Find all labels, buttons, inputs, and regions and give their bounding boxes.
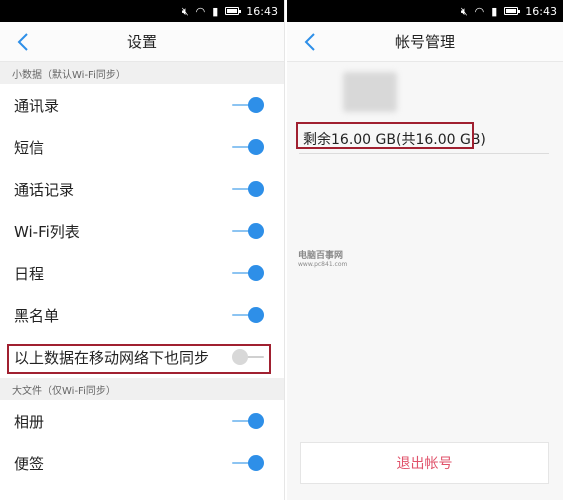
account-title-bar: 帐号管理 xyxy=(287,22,563,62)
setting-label: 黑名单 xyxy=(14,306,60,325)
watermark: 电脑百事网 www.pc841.com xyxy=(298,248,347,268)
status-time: 16:43 xyxy=(525,4,557,18)
setting-label: 相册 xyxy=(14,412,45,431)
avatar-blurred xyxy=(343,72,397,112)
signal-icon: ▮ xyxy=(491,4,498,18)
setting-row-wifi-list[interactable]: Wi-Fi列表 xyxy=(0,210,284,252)
setting-label: 短信 xyxy=(14,138,45,157)
toggle-switch-on[interactable] xyxy=(232,411,264,431)
status-bar: 🔇︎ ◠ ▮ 16:43 xyxy=(287,0,563,22)
setting-row-album[interactable]: 相册 xyxy=(0,400,284,442)
toggle-switch-off[interactable] xyxy=(232,347,264,367)
setting-label: 日程 xyxy=(14,264,45,283)
setting-label: 以上数据在移动网络下也同步 xyxy=(14,348,210,367)
back-button[interactable] xyxy=(299,30,321,54)
status-time: 16:43 xyxy=(246,4,278,18)
mute-icon: 🔇︎ xyxy=(460,4,468,18)
divider xyxy=(299,153,549,154)
back-button[interactable] xyxy=(12,30,34,54)
settings-screen: 🔇︎ ◠ ▮ 16:43 设置 小数据（默认Wi-Fi同步） 通讯录 短信 通话… xyxy=(0,0,285,500)
wifi-icon: ◠ xyxy=(195,4,206,18)
toggle-switch-on[interactable] xyxy=(232,305,264,325)
toggle-switch-on[interactable] xyxy=(232,137,264,157)
setting-row-contacts[interactable]: 通讯录 xyxy=(0,84,284,126)
battery-icon xyxy=(504,7,521,15)
chevron-left-icon xyxy=(304,33,315,51)
logout-button[interactable]: 退出帐号 xyxy=(300,442,549,484)
toggle-switch-on[interactable] xyxy=(232,95,264,115)
setting-label: Wi-Fi列表 xyxy=(14,222,80,241)
setting-label: 通讯录 xyxy=(14,96,60,115)
toggle-switch-on[interactable] xyxy=(232,179,264,199)
section-header-large-files: 大文件（仅Wi-Fi同步） xyxy=(0,378,284,400)
status-bar: 🔇︎ ◠ ▮ 16:43 xyxy=(0,0,284,22)
setting-row-notes[interactable]: 便签 xyxy=(0,442,284,484)
chevron-left-icon xyxy=(17,33,28,51)
setting-label: 通话记录 xyxy=(14,180,75,199)
setting-row-blacklist[interactable]: 黑名单 xyxy=(0,294,284,336)
battery-icon xyxy=(225,7,242,15)
setting-row-call-log[interactable]: 通话记录 xyxy=(0,168,284,210)
settings-title-bar: 设置 xyxy=(0,22,284,62)
page-title: 设置 xyxy=(126,33,157,51)
mute-icon: 🔇︎ xyxy=(181,4,189,18)
watermark-url: www.pc841.com xyxy=(298,261,348,268)
section-header-small-data: 小数据（默认Wi-Fi同步） xyxy=(0,62,284,84)
setting-row-sms[interactable]: 短信 xyxy=(0,126,284,168)
setting-label: 便签 xyxy=(14,454,45,473)
setting-row-calendar[interactable]: 日程 xyxy=(0,252,284,294)
storage-info: 剩余16.00 GB(共16.00 GB) xyxy=(303,132,486,148)
toggle-switch-on[interactable] xyxy=(232,263,264,283)
setting-row-mobile-sync[interactable]: 以上数据在移动网络下也同步 xyxy=(0,336,284,378)
page-title: 帐号管理 xyxy=(394,33,455,51)
wifi-icon: ◠ xyxy=(474,4,485,18)
toggle-switch-on[interactable] xyxy=(232,453,264,473)
toggle-switch-on[interactable] xyxy=(232,221,264,241)
signal-icon: ▮ xyxy=(212,4,219,18)
watermark-title: 电脑百事网 xyxy=(298,251,344,261)
